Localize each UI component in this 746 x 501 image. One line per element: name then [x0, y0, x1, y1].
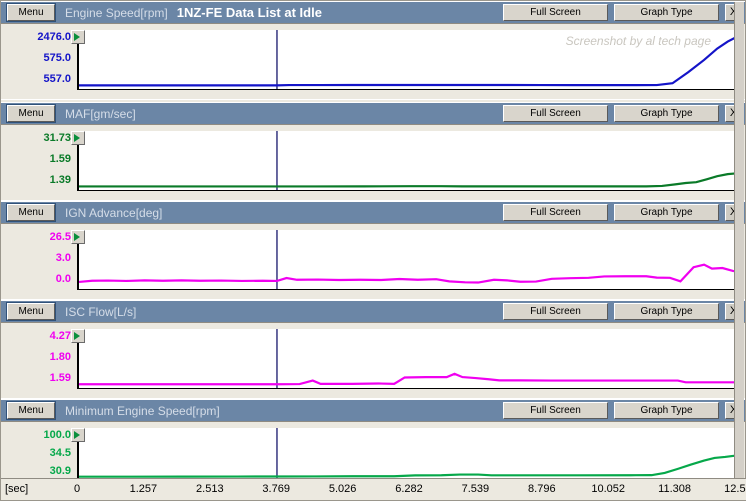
series-svg-0 — [79, 30, 739, 89]
panel-plot-body: 100.0 34.5 30.9 — [1, 422, 745, 481]
y-axis-labels: 31.73 1.59 1.39 — [1, 125, 71, 201]
x-axis-tick: 11.308 — [658, 483, 691, 495]
y-axis-label-max: 26.5 — [50, 232, 71, 242]
play-triangle-icon[interactable] — [71, 329, 85, 343]
y-axis-label-mid: 1.80 — [50, 352, 71, 362]
series-svg-2 — [79, 230, 739, 289]
panel-plot-body: 31.73 1.59 1.39 — [1, 125, 745, 201]
plot-area[interactable] — [77, 230, 739, 290]
series-svg-3 — [79, 329, 739, 388]
play-triangle-icon[interactable] — [71, 131, 85, 145]
menu-button[interactable]: Menu — [7, 204, 55, 221]
play-triangle-icon[interactable] — [71, 230, 85, 244]
menu-button[interactable]: Menu — [7, 105, 55, 122]
trace-line — [79, 36, 739, 86]
y-axis-label-min: 557.0 — [43, 74, 71, 84]
x-axis-tick: 1.257 — [130, 483, 158, 495]
graph-type-button[interactable]: Graph Type — [614, 204, 719, 221]
panel-plot-body: 26.5 3.0 0.0 — [1, 224, 745, 300]
series-svg-1 — [79, 131, 739, 190]
panel-plot-body: 2476.0 575.0 557.0 Screenshot by al tech… — [1, 24, 745, 100]
x-axis-tick: 3.769 — [262, 483, 290, 495]
x-axis-tick: 12.565 — [724, 483, 746, 495]
y-axis-label-min: 0.0 — [56, 274, 71, 284]
full-screen-button[interactable]: Full Screen — [503, 105, 608, 122]
y-axis-label-min: 1.39 — [50, 175, 71, 185]
x-axis: [sec] 0 1.257 2.513 3.769 5.026 6.282 7.539 8.7… — [1, 478, 746, 500]
channel-name-label: IGN Advance[deg] — [65, 206, 162, 220]
y-axis-label-min: 30.9 — [50, 466, 71, 476]
x-axis-unit-label: [sec] — [5, 483, 28, 495]
menu-button[interactable]: Menu — [7, 4, 55, 21]
x-axis-tick: 7.539 — [462, 483, 490, 495]
trace-line — [79, 455, 739, 476]
trace-line — [79, 173, 739, 186]
plot-area[interactable] — [77, 329, 739, 389]
y-axis-labels: 4.27 1.80 1.59 — [1, 323, 71, 399]
panel-header: Menu MAF[gm/sec] Full Screen Graph Type … — [1, 102, 745, 125]
panel-header: Menu ISC Flow[L/s] Full Screen Graph Typ… — [1, 300, 745, 323]
graph-panel-engine-speed: Menu Engine Speed[rpm] 1NZ-FE Data List … — [1, 1, 745, 99]
y-axis-labels: 100.0 34.5 30.9 — [1, 422, 71, 481]
y-axis-label-mid: 1.59 — [50, 154, 71, 164]
panel-plot-body: 4.27 1.80 1.59 — [1, 323, 745, 399]
y-axis-label-max: 100.0 — [43, 430, 71, 440]
graph-type-button[interactable]: Graph Type — [614, 303, 719, 320]
x-axis-tick: 0 — [74, 483, 80, 495]
plot-area[interactable] — [77, 131, 739, 191]
plot-area[interactable] — [77, 428, 739, 481]
y-axis-label-max: 2476.0 — [37, 32, 71, 42]
graph-type-button[interactable]: Graph Type — [614, 402, 719, 419]
x-axis-tick: 5.026 — [329, 483, 357, 495]
vertical-scrollbar[interactable] — [734, 2, 744, 480]
full-screen-button[interactable]: Full Screen — [503, 303, 608, 320]
play-triangle-icon[interactable] — [71, 428, 85, 442]
panel-header: Menu IGN Advance[deg] Full Screen Graph … — [1, 201, 745, 224]
graph-panel-maf: Menu MAF[gm/sec] Full Screen Graph Type … — [1, 102, 745, 200]
menu-button[interactable]: Menu — [7, 303, 55, 320]
page-title: 1NZ-FE Data List at Idle — [177, 5, 322, 20]
y-axis-label-max: 4.27 — [50, 331, 71, 341]
y-axis-label-min: 1.59 — [50, 373, 71, 383]
panel-header: Menu Minimum Engine Speed[rpm] Full Scre… — [1, 399, 745, 422]
graph-type-button[interactable]: Graph Type — [614, 4, 719, 21]
y-axis-labels: 2476.0 575.0 557.0 — [1, 24, 71, 100]
series-svg-4 — [79, 428, 739, 480]
x-axis-tick: 8.796 — [528, 483, 556, 495]
x-axis-tick: 6.282 — [395, 483, 423, 495]
trace-line — [79, 265, 739, 283]
channel-name-label: MAF[gm/sec] — [65, 107, 136, 121]
channel-name-label: Engine Speed[rpm] — [65, 6, 168, 20]
y-axis-label-mid: 575.0 — [43, 53, 71, 63]
y-axis-label-mid: 3.0 — [56, 253, 71, 263]
y-axis-labels: 26.5 3.0 0.0 — [1, 224, 71, 300]
trace-line — [79, 374, 739, 384]
play-triangle-icon[interactable] — [71, 30, 85, 44]
channel-name-label: Minimum Engine Speed[rpm] — [65, 404, 220, 418]
menu-button[interactable]: Menu — [7, 402, 55, 419]
graph-panel-isc-flow: Menu ISC Flow[L/s] Full Screen Graph Typ… — [1, 300, 745, 398]
x-axis-tick: 10.052 — [591, 483, 625, 495]
x-axis-tick: 2.513 — [196, 483, 224, 495]
full-screen-button[interactable]: Full Screen — [503, 204, 608, 221]
full-screen-button[interactable]: Full Screen — [503, 402, 608, 419]
full-screen-button[interactable]: Full Screen — [503, 4, 608, 21]
graph-panel-ign-advance: Menu IGN Advance[deg] Full Screen Graph … — [1, 201, 745, 299]
panel-header: Menu Engine Speed[rpm] 1NZ-FE Data List … — [1, 1, 745, 24]
channel-name-label: ISC Flow[L/s] — [65, 305, 136, 319]
plot-area[interactable]: Screenshot by al tech page — [77, 30, 739, 90]
graph-type-button[interactable]: Graph Type — [614, 105, 719, 122]
y-axis-label-max: 31.73 — [43, 133, 71, 143]
y-axis-label-mid: 34.5 — [50, 448, 71, 458]
graph-panel-minimum-engine-speed: Menu Minimum Engine Speed[rpm] Full Scre… — [1, 399, 745, 480]
data-list-graph-window: Menu Engine Speed[rpm] 1NZ-FE Data List … — [0, 0, 746, 501]
